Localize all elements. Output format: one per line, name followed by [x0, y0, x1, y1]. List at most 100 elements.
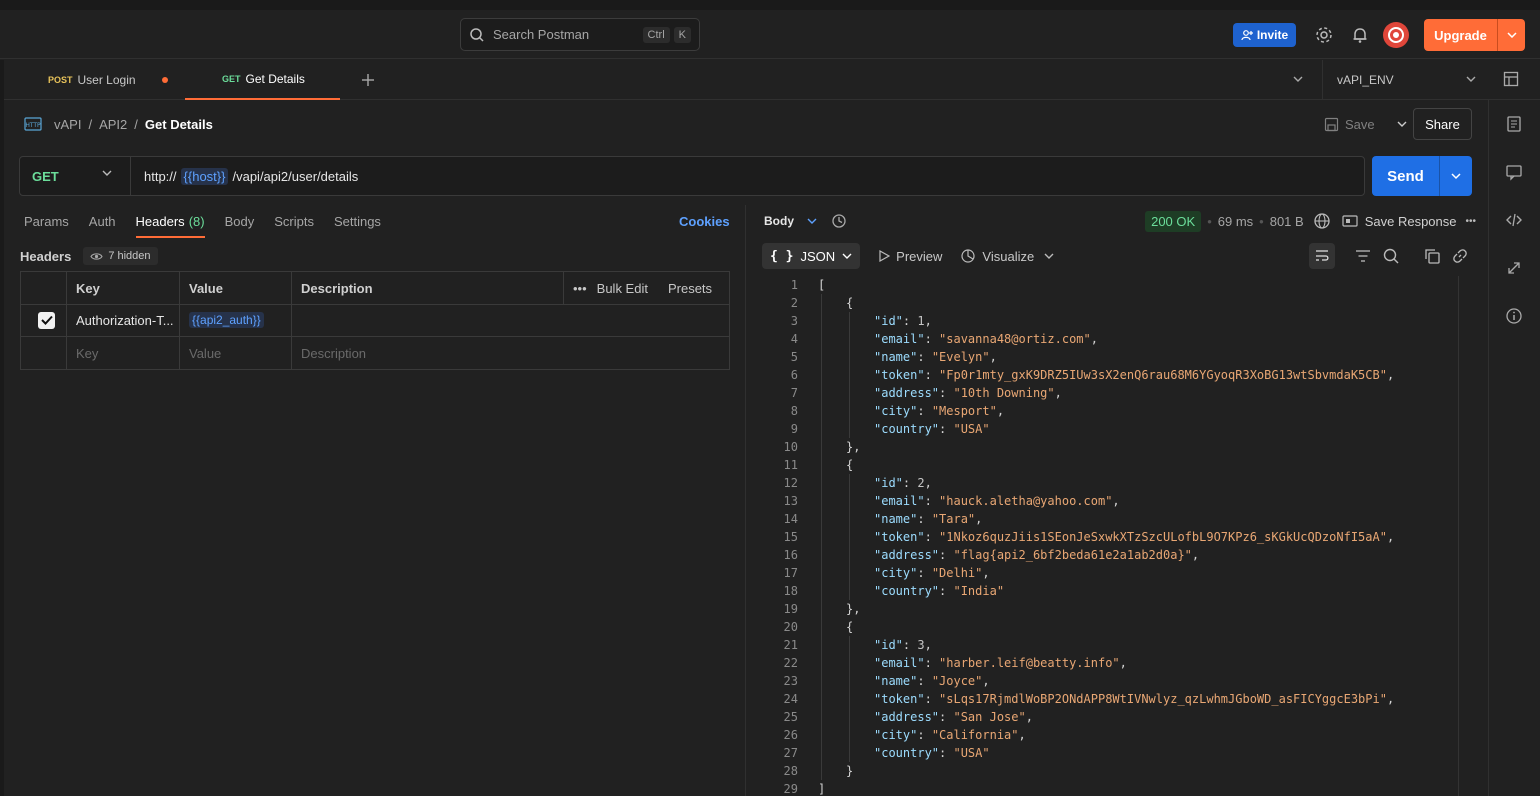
- code-content: {: [846, 296, 854, 310]
- response-scrollbar[interactable]: [1458, 276, 1472, 796]
- code-line: 14 "name": "Tara",: [762, 510, 983, 528]
- search-input[interactable]: Search Postman Ctrl K: [460, 18, 700, 51]
- environment-quicklook-icon[interactable]: [1503, 71, 1519, 87]
- invite-button[interactable]: Invite: [1233, 23, 1296, 47]
- bulk-edit-button[interactable]: Bulk Edit: [597, 281, 648, 296]
- hidden-count: 7 hidden: [108, 250, 151, 262]
- page-title[interactable]: Get Details: [145, 117, 213, 132]
- code-line: 6 "token": "Fp0r1mty_gxK9DRZ5IUw3sX2enQ6r…: [762, 366, 1394, 384]
- code-line: 2{: [762, 294, 853, 312]
- method-select[interactable]: GET: [20, 157, 131, 195]
- wrap-toggle[interactable]: [1309, 243, 1335, 269]
- globe-icon[interactable]: [1313, 212, 1331, 230]
- tab-body[interactable]: Body: [225, 210, 255, 238]
- visualize-button[interactable]: Visualize: [960, 248, 1034, 264]
- documentation-icon[interactable]: [1505, 115, 1523, 133]
- response-time[interactable]: 69 ms: [1218, 214, 1253, 229]
- chevron-down-icon[interactable]: [1044, 253, 1054, 260]
- info-icon[interactable]: [1505, 307, 1523, 325]
- json-key: "city": [874, 566, 918, 580]
- code-line: 7 "address": "10th Downing",: [762, 384, 1062, 402]
- history-icon[interactable]: [831, 213, 847, 229]
- tab-auth[interactable]: Auth: [89, 210, 116, 238]
- invite-label: Invite: [1256, 28, 1289, 42]
- line-number: 28: [783, 764, 798, 778]
- response-body-viewer[interactable]: 1[2{3 "id": 1, 4 "email": "savanna48@ortiz.…: [762, 276, 1458, 796]
- environment-selector[interactable]: vAPI_ENV: [1322, 60, 1492, 100]
- breadcrumb-folder[interactable]: API2: [99, 117, 127, 132]
- gear-icon[interactable]: [1315, 26, 1333, 44]
- format-select[interactable]: { } JSON: [762, 243, 861, 269]
- chevron-down-icon[interactable]: [1397, 121, 1407, 128]
- save-response-button[interactable]: Save Response: [1365, 214, 1457, 229]
- tab-scripts[interactable]: Scripts: [274, 210, 314, 238]
- json-key: "id": [874, 638, 903, 652]
- breadcrumb-collection[interactable]: vAPI: [54, 117, 81, 132]
- code-line: 21 "id": 3,: [762, 636, 932, 654]
- response-body-label[interactable]: Body: [764, 214, 794, 228]
- pane-divider[interactable]: [745, 205, 746, 796]
- header-description[interactable]: [291, 304, 729, 336]
- save-label: Save: [1345, 116, 1375, 132]
- tab-settings[interactable]: Settings: [334, 210, 381, 238]
- response-size[interactable]: 801 B: [1270, 214, 1304, 229]
- code-line: 15 "token": "1Nkoz6quzJiis1SEonJeSxwkXTzS…: [762, 528, 1395, 546]
- tab-params[interactable]: Params: [24, 210, 69, 238]
- search-icon[interactable]: [1382, 247, 1400, 265]
- description-input[interactable]: Description: [291, 337, 729, 369]
- save-button[interactable]: Save: [1324, 113, 1407, 135]
- header-value[interactable]: {{api2_auth}}: [179, 304, 291, 336]
- link-icon[interactable]: [1451, 247, 1469, 265]
- more-icon[interactable]: •••: [573, 281, 587, 296]
- code-content: "email": "harber.leif@beatty.info",: [874, 656, 1127, 670]
- key-input[interactable]: Key: [66, 337, 179, 369]
- header-key[interactable]: Authorization-T...: [66, 304, 179, 336]
- send-button[interactable]: Send: [1372, 156, 1472, 196]
- send-dropdown[interactable]: [1439, 156, 1472, 196]
- line-number: 23: [783, 674, 798, 688]
- preview-button[interactable]: Preview: [878, 249, 942, 264]
- comments-icon[interactable]: [1505, 163, 1523, 181]
- json-value: "1Nkoz6quzJiis1SEonJeSxwkXTzSzcULofbL9O7…: [939, 530, 1387, 544]
- save-icon: [1324, 117, 1339, 131]
- bell-icon[interactable]: [1351, 26, 1369, 44]
- header-value-variable: {{api2_auth}}: [189, 312, 264, 328]
- tab-user-login[interactable]: POST User Login: [48, 60, 178, 100]
- more-options-icon[interactable]: •••: [1465, 216, 1476, 227]
- code-line: 25 "address": "San Jose",: [762, 708, 1033, 726]
- upgrade-dropdown[interactable]: [1497, 19, 1525, 51]
- code-icon[interactable]: [1505, 211, 1523, 229]
- chevron-down-icon[interactable]: [807, 218, 817, 225]
- line-number: 6: [790, 368, 798, 382]
- avatar[interactable]: [1383, 22, 1409, 48]
- chevron-down-icon: [1466, 76, 1476, 82]
- value-input[interactable]: Value: [179, 337, 291, 369]
- plus-icon[interactable]: [361, 73, 375, 87]
- copy-icon[interactable]: [1423, 247, 1441, 265]
- hidden-headers-toggle[interactable]: 7 hidden: [83, 247, 158, 265]
- upgrade-button[interactable]: Upgrade: [1424, 19, 1525, 51]
- status-badge[interactable]: 200 OK: [1145, 210, 1202, 232]
- chevron-down-icon[interactable]: [1293, 76, 1303, 83]
- chevron-down-icon: [102, 170, 112, 176]
- code-line: 8 "city": "Mesport",: [762, 402, 1004, 420]
- visualize-icon: [961, 249, 976, 263]
- code-content: "name": "Joyce",: [874, 674, 990, 688]
- row-checkbox[interactable]: [21, 304, 66, 336]
- line-number: 8: [790, 404, 798, 418]
- line-number: 3: [790, 314, 798, 328]
- json-value: "India": [953, 584, 1005, 598]
- breadcrumb: HTTP vAPI / API2 / Get Details: [24, 116, 213, 132]
- headers-heading: Headers 7 hidden: [20, 247, 158, 265]
- tab-headers[interactable]: Headers (8): [135, 210, 205, 238]
- share-button[interactable]: Share: [1413, 108, 1472, 140]
- code-content: "country": "USA": [874, 746, 990, 760]
- presets-button[interactable]: Presets: [668, 281, 712, 296]
- related-collections-icon[interactable]: [1505, 259, 1523, 277]
- filter-icon[interactable]: [1354, 247, 1372, 265]
- url-input[interactable]: http:// {{host}} /vapi/api2/user/details: [131, 167, 358, 185]
- code-content: "token": "1Nkoz6quzJiis1SEonJeSxwkXTzSzc…: [874, 530, 1395, 544]
- tab-get-details[interactable]: GET Get Details: [185, 60, 340, 100]
- cookies-link[interactable]: Cookies: [679, 214, 730, 229]
- code-line: 11 {: [762, 456, 854, 474]
